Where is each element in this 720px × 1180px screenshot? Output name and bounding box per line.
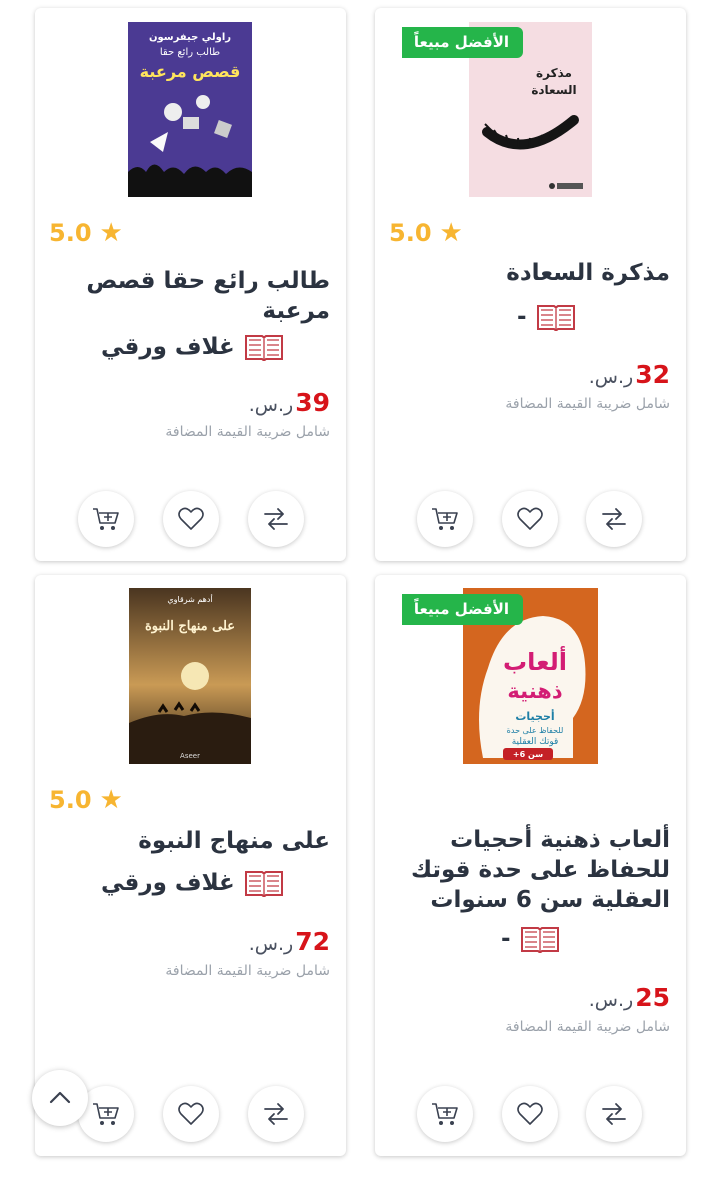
cover-text: أحجيات [515, 709, 554, 723]
vat-note: شامل ضريبة القيمة المضافة [505, 396, 670, 412]
wishlist-button[interactable] [163, 1086, 219, 1142]
format-info: غلاف ورقي [101, 867, 285, 899]
compare-button[interactable] [586, 491, 642, 547]
product-card[interactable]: أدهم شرقاوي على منهاج النبوة Aseer 5.0 ★… [35, 575, 346, 1156]
format-label: غلاف ورقي [101, 870, 235, 896]
open-book-icon [244, 335, 283, 361]
format-label: - [517, 304, 527, 330]
price-value: 25 [635, 983, 670, 1012]
product-title[interactable]: على منهاج النبوة [49, 826, 330, 856]
cover-text: على منهاج النبوة [145, 619, 235, 634]
heart-icon [517, 507, 543, 530]
product-card[interactable]: راولي جيفرسون طالب رائع حقا قصص مرعبة 5.… [35, 8, 346, 561]
price-value: 39 [295, 388, 330, 417]
chevron-up-icon [49, 1091, 71, 1104]
heart-icon [178, 1102, 204, 1125]
format-info: غلاف ورقي [101, 331, 285, 363]
price: 32 ر.س. [589, 360, 670, 389]
scroll-to-top-button[interactable] [32, 1070, 88, 1126]
compare-button[interactable] [248, 491, 304, 547]
vat-note: شامل ضريبة القيمة المضافة [505, 1019, 670, 1035]
cover-text: قوتك العقلية [512, 737, 559, 747]
add-to-cart-button[interactable] [78, 491, 134, 547]
product-title[interactable]: طالب رائع حقا قصص مرعبة [49, 266, 330, 326]
star-icon: ★ [99, 785, 123, 815]
wishlist-button[interactable] [502, 1086, 558, 1142]
heart-icon [178, 507, 204, 530]
cover-text: طالب رائع حقا [160, 47, 220, 58]
currency-label: ر.س. [248, 933, 294, 955]
rating-value: 5.0 [389, 219, 432, 247]
add-to-cart-icon [93, 508, 119, 530]
vat-note: شامل ضريبة القيمة المضافة [165, 424, 330, 440]
rating-value: 5.0 [49, 786, 92, 814]
add-to-cart-button[interactable] [417, 491, 473, 547]
compare-arrows-icon [602, 508, 626, 530]
cover-text: Aseer [180, 752, 200, 760]
format-label: - [501, 926, 511, 952]
format-info: - [501, 923, 561, 955]
price: 39 ر.س. [249, 388, 330, 417]
wishlist-button[interactable] [502, 491, 558, 547]
cover-text: للحفاظ على حدة [507, 726, 564, 735]
price-value: 32 [635, 360, 670, 389]
rating: 5.0 ★ [49, 785, 123, 815]
compare-arrows-icon [264, 508, 288, 530]
currency-label: ر.س. [588, 989, 634, 1011]
product-card[interactable]: الأفضل مبيعاً مذكرة السعادة 5.0 ★ مذكرة … [375, 8, 686, 561]
price: 72 ر.س. [249, 927, 330, 956]
product-title[interactable]: ألعاب ذهنية أحجيات للحفاظ على حدة قوتك ا… [389, 825, 670, 915]
wishlist-button[interactable] [163, 491, 219, 547]
format-label: غلاف ورقي [101, 334, 235, 360]
rating-value: 5.0 [49, 219, 92, 247]
vat-note: شامل ضريبة القيمة المضافة [165, 963, 330, 979]
cover-text: السعادة [531, 83, 576, 97]
star-icon: ★ [99, 218, 123, 248]
cover-text: ذهنية [507, 679, 562, 703]
best-seller-badge: الأفضل مبيعاً [401, 594, 523, 625]
book-cover-image[interactable]: أدهم شرقاوي على منهاج النبوة Aseer [129, 588, 251, 764]
compare-button[interactable] [248, 1086, 304, 1142]
compare-button[interactable] [586, 1086, 642, 1142]
book-cover-image[interactable]: راولي جيفرسون طالب رائع حقا قصص مرعبة [128, 22, 252, 197]
star-icon: ★ [439, 218, 463, 248]
open-book-icon [244, 871, 283, 897]
compare-arrows-icon [602, 1103, 626, 1125]
cover-text: سن 6+ [513, 750, 543, 759]
cover-text: مذكرة [536, 66, 572, 80]
add-to-cart-icon [432, 508, 458, 530]
add-to-cart-icon [93, 1103, 119, 1125]
price: 25 ر.س. [589, 983, 670, 1012]
cover-text: أدهم شرقاوي [167, 594, 212, 604]
rating: 5.0 ★ [49, 218, 123, 248]
currency-label: ر.س. [588, 366, 634, 388]
add-to-cart-icon [432, 1103, 458, 1125]
cover-text: قصص مرعبة [140, 62, 241, 81]
cover-text: ألعاب [503, 646, 567, 676]
compare-arrows-icon [264, 1103, 288, 1125]
open-book-icon [520, 927, 559, 953]
best-seller-badge: الأفضل مبيعاً [401, 27, 523, 58]
product-card[interactable]: الأفضل مبيعاً ألعاب ذهنية أحجيات للحفاظ … [375, 575, 686, 1156]
open-book-icon [536, 305, 575, 331]
add-to-cart-button[interactable] [417, 1086, 473, 1142]
rating: 5.0 ★ [389, 218, 463, 248]
format-info: - [517, 301, 577, 333]
product-title[interactable]: مذكرة السعادة [389, 258, 670, 288]
currency-label: ر.س. [248, 394, 294, 416]
cover-text: راولي جيفرسون [149, 32, 231, 43]
heart-icon [517, 1102, 543, 1125]
price-value: 72 [295, 927, 330, 956]
